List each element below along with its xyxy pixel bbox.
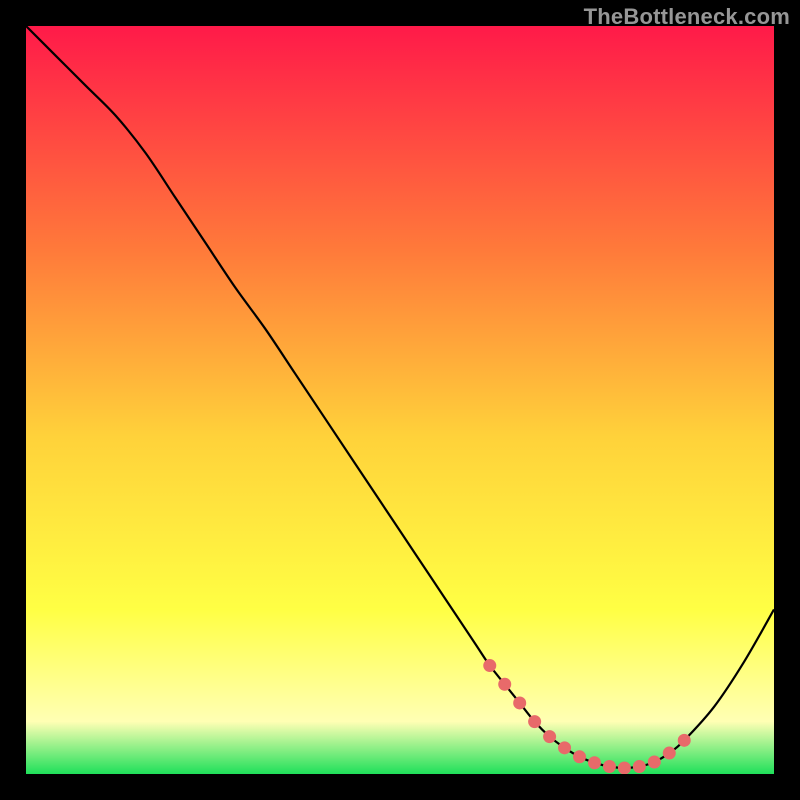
chart-svg: [26, 26, 774, 774]
optimum-marker: [543, 730, 556, 743]
plot-area: [26, 26, 774, 774]
watermark-text: TheBottleneck.com: [584, 4, 790, 30]
gradient-background: [26, 26, 774, 774]
optimum-marker: [483, 659, 496, 672]
optimum-marker: [618, 762, 631, 774]
outer-frame: TheBottleneck.com: [0, 0, 800, 800]
optimum-marker: [528, 715, 541, 728]
optimum-marker: [588, 756, 601, 769]
optimum-marker: [603, 760, 616, 773]
optimum-marker: [663, 747, 676, 760]
optimum-marker: [558, 741, 571, 754]
optimum-marker: [573, 750, 586, 763]
optimum-marker: [648, 756, 661, 769]
optimum-marker: [678, 734, 691, 747]
optimum-marker: [513, 696, 526, 709]
optimum-marker: [633, 760, 646, 773]
optimum-marker: [498, 678, 511, 691]
